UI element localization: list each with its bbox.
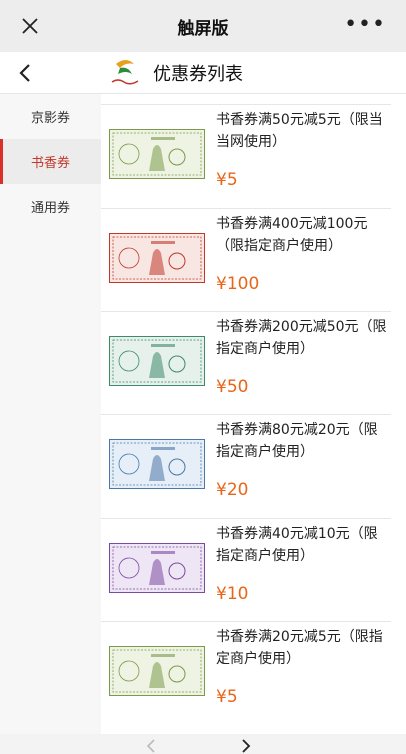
coupon-image [109, 233, 205, 283]
coupon-price: ¥20 [216, 480, 249, 500]
coupon-price: ¥10 [216, 584, 249, 604]
coupon-list: 书香券满50元减5元（限当当网使用） ¥5 书香券满400元减100元（限指定商… [101, 94, 391, 734]
coupon-item[interactable]: 书香券满80元减20元（限指定商户使用） ¥20 [101, 414, 391, 517]
coupon-item[interactable]: 书香券满400元减100元（限指定商户使用） ¥100 [101, 208, 391, 311]
page-header: 优惠券列表 [0, 52, 406, 94]
coupon-name: 书香券满400元减100元（限指定商户使用） [216, 216, 368, 254]
close-icon[interactable] [18, 14, 42, 38]
coupon-name: 书香券满40元减10元（限指定商户使用） [216, 526, 378, 564]
coupon-price: ¥50 [216, 377, 249, 397]
sidebar-item-label: 书香券 [30, 156, 70, 171]
coupon-image [109, 336, 205, 386]
coupon-name: 书香券满80元减20元（限指定商户使用） [216, 422, 378, 460]
coupon-item[interactable]: 书香券满50元减5元（限当当网使用） ¥5 [101, 104, 391, 207]
sidebar-item-shuxiang[interactable]: 书香券 [0, 139, 101, 184]
coupon-price: ¥100 [216, 274, 260, 294]
coupon-image [109, 439, 205, 489]
coupon-name: 书香券满50元减5元（限当当网使用） [216, 112, 383, 150]
window-title: 触屏版 [177, 18, 229, 39]
coupon-item[interactable]: 书香券满20元减5元（限指定商户使用） ¥5 [101, 621, 391, 724]
page-title: 优惠券列表 [153, 64, 243, 85]
top-bar: 触屏版 ••• [0, 0, 406, 52]
sidebar-item-tongyong[interactable]: 通用券 [0, 184, 101, 229]
category-sidebar: 京影券 书香券 通用券 [0, 94, 101, 734]
nav-back-icon[interactable] [144, 738, 158, 754]
coupon-name: 书香券满200元减50元（限指定商户使用） [216, 319, 387, 357]
more-icon[interactable]: ••• [344, 14, 386, 36]
scroll-area [391, 94, 406, 734]
sidebar-item-label: 通用券 [30, 201, 70, 216]
back-arrow-icon[interactable] [14, 61, 38, 85]
bottom-nav-bar [0, 734, 406, 754]
sidebar-item-jingying[interactable]: 京影券 [0, 94, 101, 139]
coupon-name: 书香券满20元减5元（限指定商户使用） [216, 629, 383, 667]
sidebar-item-label: 京影券 [30, 111, 70, 126]
coupon-item[interactable]: 书香券满40元减10元（限指定商户使用） ¥10 [101, 518, 391, 621]
coupon-price: ¥5 [216, 170, 238, 190]
logo-icon [111, 60, 139, 85]
coupon-image [109, 646, 205, 696]
coupon-item[interactable]: 书香券满200元减50元（限指定商户使用） ¥50 [101, 311, 391, 414]
coupon-price: ¥5 [216, 687, 238, 707]
coupon-image [109, 129, 205, 179]
coupon-image [109, 543, 205, 593]
nav-forward-icon[interactable] [239, 738, 253, 754]
